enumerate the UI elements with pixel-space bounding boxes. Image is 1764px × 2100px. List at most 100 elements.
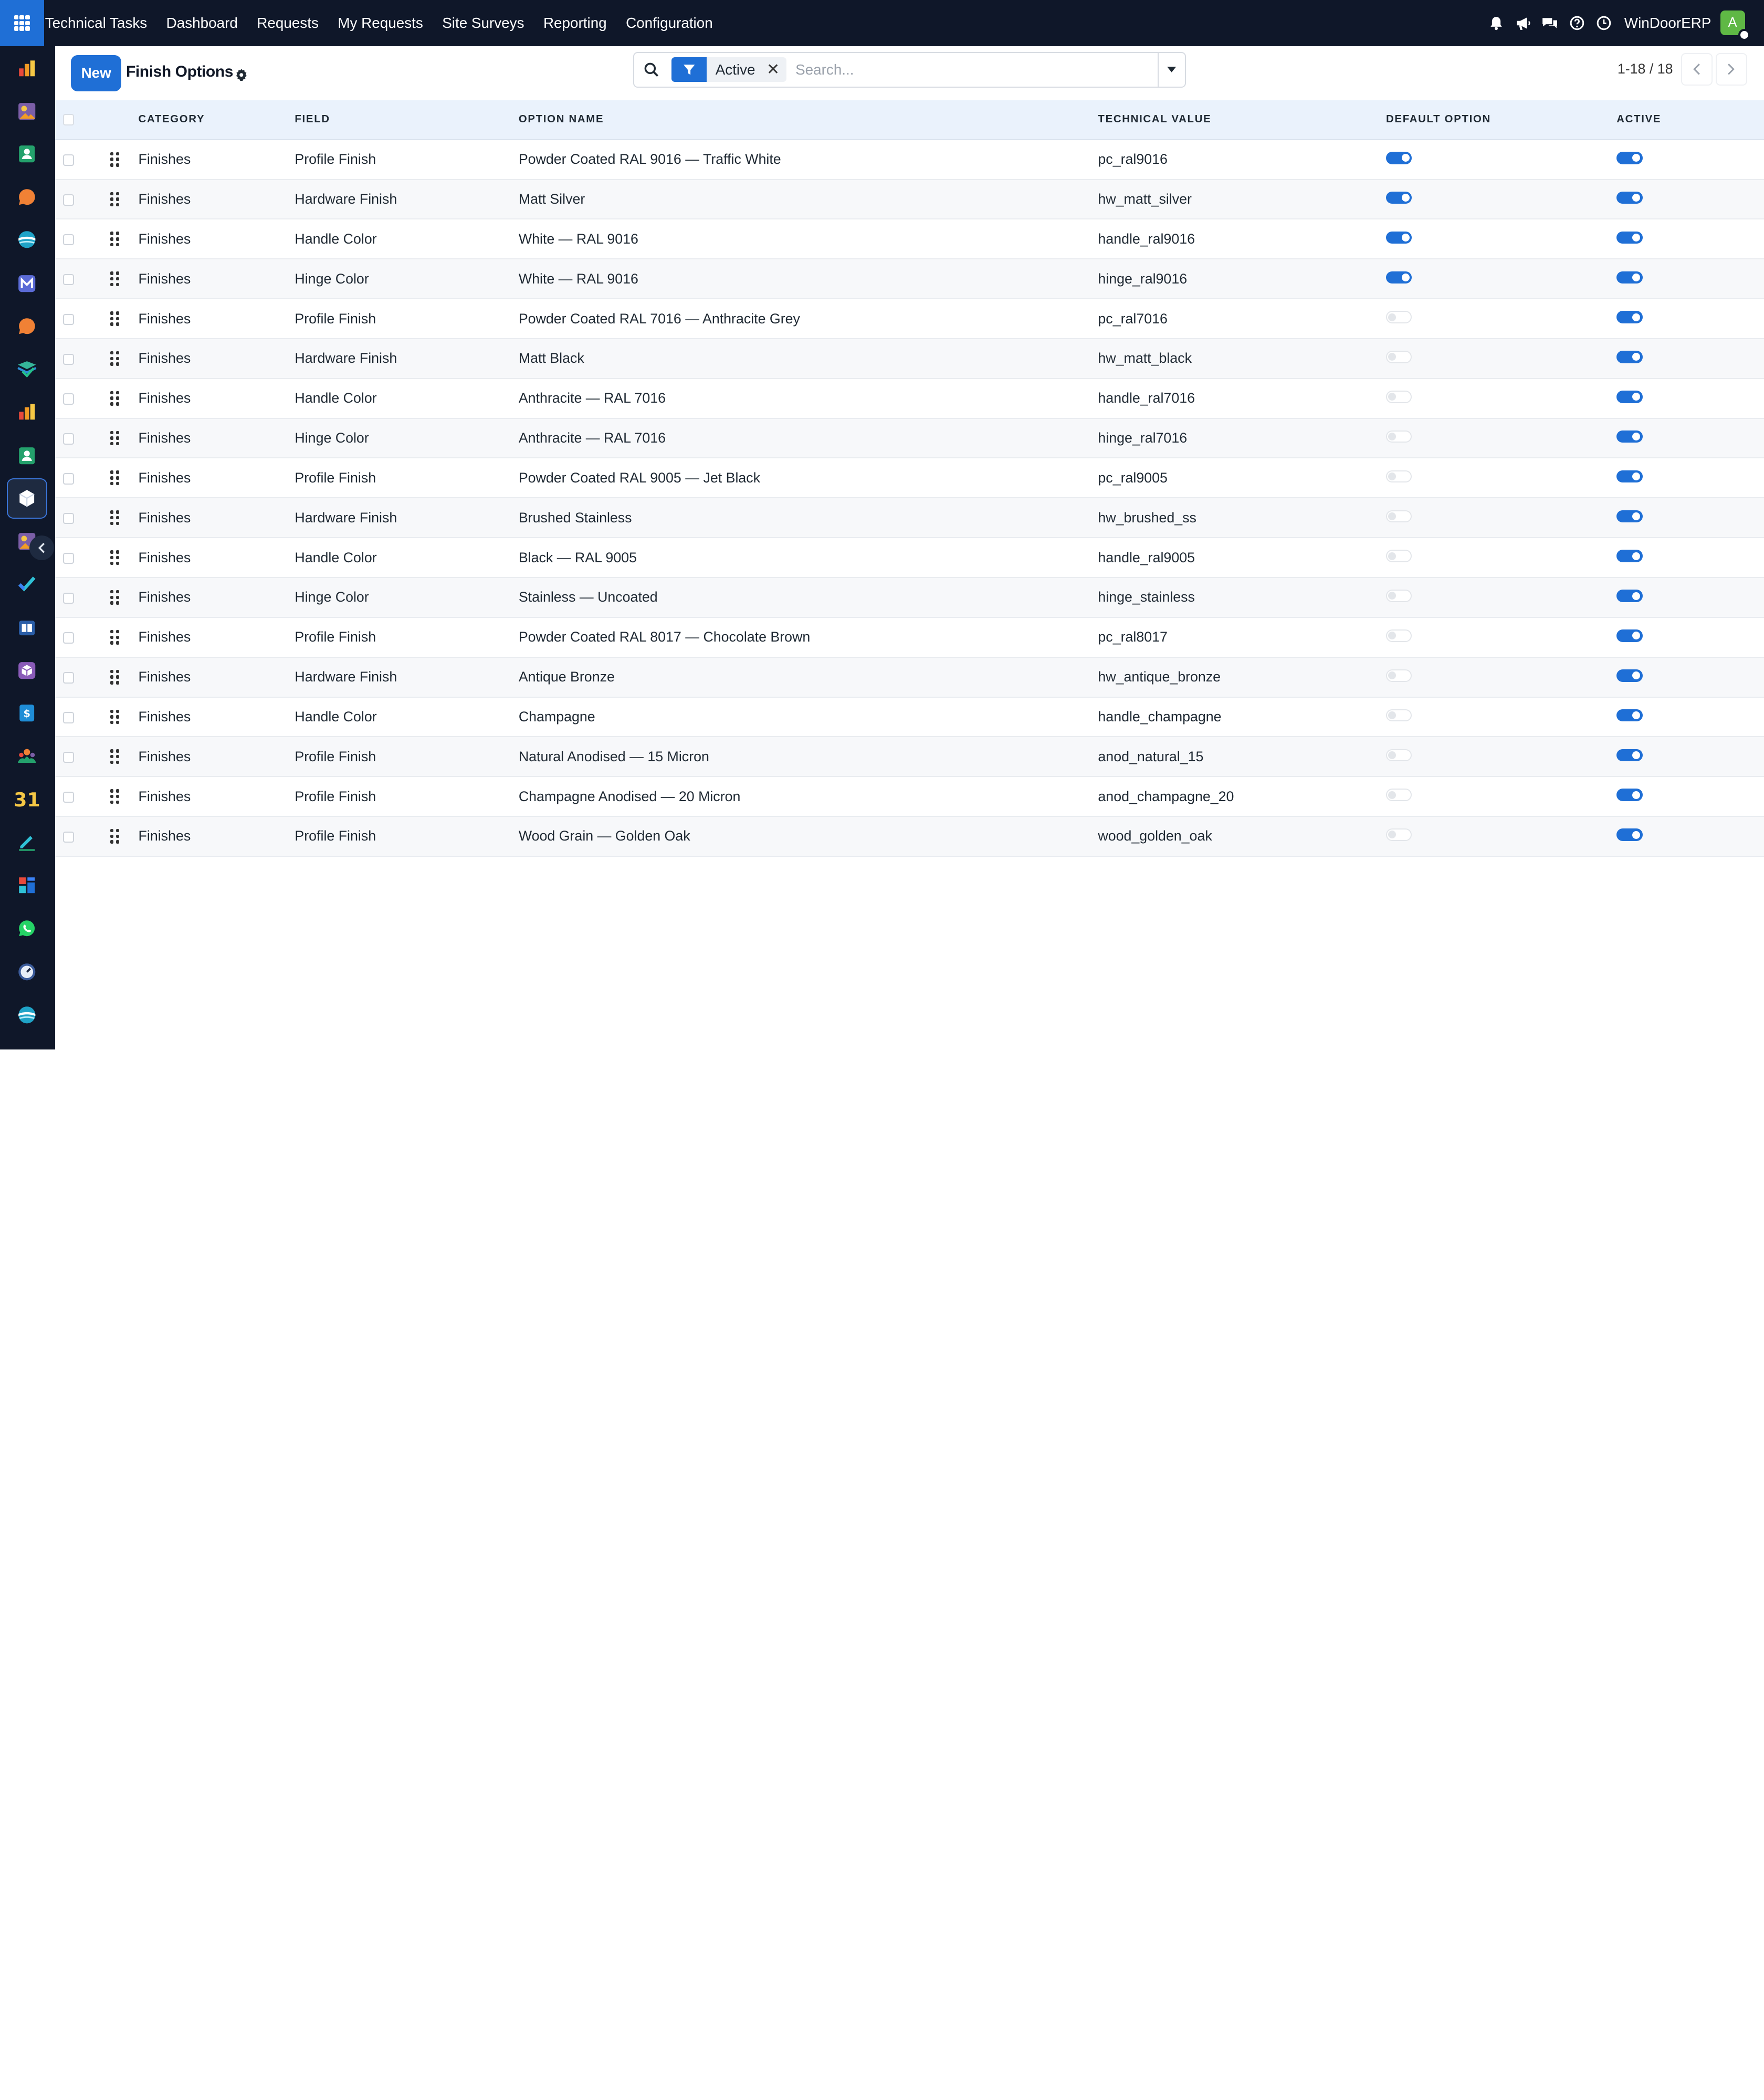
default-option-toggle[interactable] [1386,550,1412,562]
cell-technical-value[interactable]: hinge_stainless [1098,577,1386,618]
drag-handle-icon[interactable] [110,192,120,207]
page-title[interactable]: Finish Options [126,63,233,81]
cell-technical-value[interactable]: hinge_ral9016 [1098,259,1386,300]
cell-option-name[interactable]: Champagne Anodised — 20 Micron [518,776,1098,817]
default-option-toggle[interactable] [1386,151,1412,164]
default-option-toggle[interactable] [1386,430,1412,443]
cell-category[interactable]: Finishes [138,657,295,698]
menu-item-configuration[interactable]: Configuration [626,15,713,32]
select-all-checkbox[interactable] [63,114,75,125]
sidebar-app-mail[interactable] [7,263,47,303]
row-checkbox[interactable] [63,274,75,286]
cell-category[interactable]: Finishes [138,458,295,499]
cell-field[interactable]: Hinge Color [295,577,519,618]
table-row[interactable]: Finishes Profile Finish Powder Coated RAL … [55,139,1764,180]
sidebar-app-chart-bars[interactable] [7,48,47,89]
row-checkbox[interactable] [63,672,75,684]
active-toggle[interactable] [1616,351,1643,363]
default-option-toggle[interactable] [1386,749,1412,762]
sidebar-app-book[interactable] [7,607,47,648]
drag-handle-icon[interactable] [110,629,120,645]
company-switcher[interactable]: WinDoorERP [1624,15,1712,32]
cell-technical-value[interactable]: hw_matt_black [1098,338,1386,379]
cell-category[interactable]: Finishes [138,816,295,857]
active-toggle[interactable] [1616,749,1643,762]
menu-item-reporting[interactable]: Reporting [543,15,607,32]
cell-option-name[interactable]: Wood Grain — Golden Oak [518,816,1098,857]
default-option-toggle[interactable] [1386,669,1412,682]
column-header-option-name[interactable]: Option Name [518,100,1098,140]
cell-field[interactable]: Hardware Finish [295,498,519,539]
table-row[interactable]: Finishes Handle Color Anthracite — RAL 701… [55,378,1764,419]
sidebar-app-planet[interactable] [7,219,47,260]
chat-icon[interactable] [1537,0,1563,46]
table-row[interactable]: Finishes Profile Finish Natural Anodised —… [55,737,1764,778]
row-checkbox[interactable] [63,751,75,763]
row-checkbox[interactable] [63,552,75,564]
drag-handle-icon[interactable] [110,550,120,565]
search-icon[interactable] [634,62,668,77]
drag-handle-icon[interactable] [110,351,120,366]
row-checkbox[interactable] [63,712,75,723]
sidebar-app-chat[interactable] [7,176,47,217]
cell-category[interactable]: Finishes [138,538,295,578]
active-toggle[interactable] [1616,510,1643,523]
cell-technical-value[interactable]: wood_golden_oak [1098,816,1386,857]
cell-technical-value[interactable]: hw_antique_bronze [1098,657,1386,698]
cell-field[interactable]: Handle Color [295,378,519,419]
cell-category[interactable]: Finishes [138,418,295,459]
drag-handle-icon[interactable] [110,391,120,406]
app-title[interactable]: Technical Tasks [45,15,147,32]
cell-technical-value[interactable]: anod_natural_15 [1098,737,1386,778]
cell-field[interactable]: Handle Color [295,697,519,738]
default-option-toggle[interactable] [1386,351,1412,363]
gear-icon[interactable] [235,65,248,86]
cell-technical-value[interactable]: handle_ral7016 [1098,378,1386,419]
active-toggle[interactable] [1616,391,1643,403]
table-row[interactable]: Finishes Hardware Finish Matt Black hw_matt… [55,338,1764,379]
cell-field[interactable]: Hinge Color [295,418,519,459]
pager-next-button[interactable] [1715,52,1747,86]
sidebar-app-chat-2[interactable] [7,306,47,346]
default-option-toggle[interactable] [1386,470,1412,483]
cell-option-name[interactable]: White — RAL 9016 [518,259,1098,300]
drag-handle-icon[interactable] [110,789,120,804]
cell-field[interactable]: Hardware Finish [295,657,519,698]
default-option-toggle[interactable] [1386,271,1412,284]
sidebar-app-calendar[interactable]: 31 [7,780,47,820]
pager-value[interactable]: 1-18 / 18 [1618,61,1673,77]
cell-field[interactable]: Handle Color [295,219,519,260]
row-checkbox[interactable] [63,512,75,524]
active-toggle[interactable] [1616,629,1643,642]
drag-handle-icon[interactable] [110,709,120,724]
cell-option-name[interactable]: Matt Silver [518,179,1098,220]
sidebar-app-whatsapp[interactable] [7,908,47,948]
sidebar-app-planet-2[interactable] [7,994,47,1035]
table-row[interactable]: Finishes Hinge Color Anthracite — RAL 7016… [55,418,1764,459]
default-option-toggle[interactable] [1386,629,1412,642]
sidebar-app-photo[interactable] [7,91,47,132]
row-checkbox[interactable] [63,473,75,485]
active-toggle[interactable] [1616,590,1643,602]
row-checkbox[interactable] [63,831,75,843]
cell-field[interactable]: Profile Finish [295,776,519,817]
drag-handle-icon[interactable] [110,510,120,526]
cell-option-name[interactable]: Black — RAL 9005 [518,538,1098,578]
cell-category[interactable]: Finishes [138,259,295,300]
sidebar-app-check-stack[interactable] [7,349,47,389]
cell-category[interactable]: Finishes [138,139,295,180]
table-row[interactable]: Finishes Hardware Finish Antique Bronze hw_… [55,657,1764,698]
cell-field[interactable]: Hinge Color [295,259,519,300]
sidebar-app-contacts-2[interactable] [7,435,47,476]
active-toggle[interactable] [1616,430,1643,443]
row-checkbox[interactable] [63,592,75,604]
drag-handle-icon[interactable] [110,430,120,446]
cell-category[interactable]: Finishes [138,617,295,658]
drag-handle-icon[interactable] [110,152,120,167]
megaphone-icon[interactable] [1509,0,1536,46]
sidebar-app-gauge[interactable] [7,952,47,992]
table-row[interactable]: Finishes Profile Finish Powder Coated RAL … [55,617,1764,658]
default-option-toggle[interactable] [1386,311,1412,323]
menu-item-my-requests[interactable]: My Requests [338,15,423,32]
active-toggle[interactable] [1616,789,1643,802]
